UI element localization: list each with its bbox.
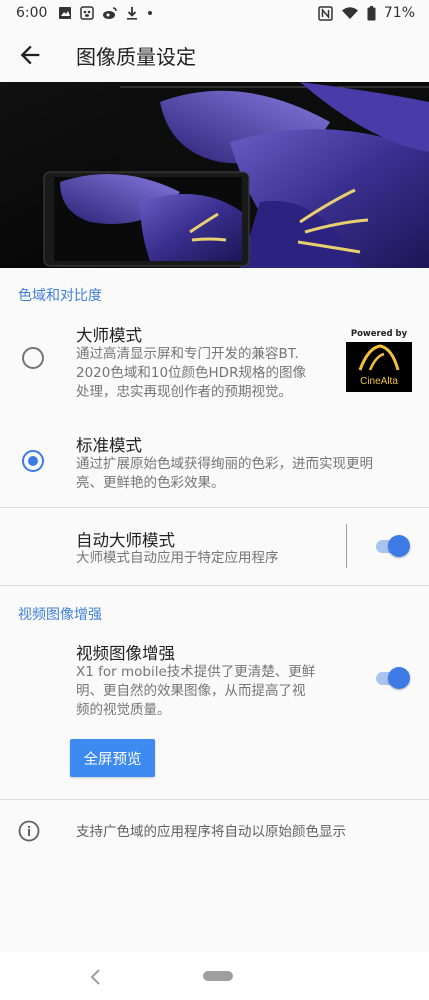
hero-image bbox=[0, 82, 429, 268]
status-bar: 6:00 71% bbox=[0, 0, 429, 28]
weibo-icon bbox=[103, 7, 117, 19]
video-enhance-toggle[interactable] bbox=[374, 667, 410, 689]
master-mode-title[interactable]: 大师模式 bbox=[76, 322, 142, 346]
auto-master-mode-toggle[interactable] bbox=[374, 535, 410, 557]
info-text: 支持广色域的应用程序将自动以原始颜色显示 bbox=[76, 824, 346, 840]
divider bbox=[0, 507, 429, 508]
divider bbox=[0, 799, 429, 800]
master-mode-desc: 通过高清显示屏和专门开发的兼容BT. 2020色域和10位颜色HDR规格的图像 … bbox=[76, 346, 306, 400]
nav-home-pill[interactable] bbox=[203, 971, 233, 981]
vertical-separator bbox=[346, 524, 347, 568]
wifi-icon bbox=[341, 7, 358, 19]
info-icon bbox=[18, 820, 40, 842]
app-bar: 图像质量设定 bbox=[0, 28, 429, 82]
cinealta-mark-icon bbox=[358, 344, 400, 371]
page-title: 图像质量设定 bbox=[76, 45, 196, 69]
video-enhance-title[interactable]: 视频图像增强 bbox=[76, 640, 175, 664]
nav-back-icon[interactable] bbox=[88, 968, 104, 986]
video-section-header: 视频图像增强 bbox=[18, 607, 102, 623]
standard-mode-title[interactable]: 标准模式 bbox=[76, 432, 142, 456]
back-arrow-icon[interactable] bbox=[16, 41, 44, 69]
fullscreen-preview-button[interactable]: 全屏预览 bbox=[70, 739, 155, 777]
powered-by-label: Powered by bbox=[350, 329, 408, 339]
paw-icon bbox=[80, 6, 94, 20]
standard-mode-desc: 通过扩展原始色域获得绚丽的色彩，进而实现更明 亮、更鲜艳的色彩效果。 bbox=[76, 456, 373, 491]
divider bbox=[0, 585, 429, 586]
download-icon bbox=[127, 7, 137, 20]
image-icon bbox=[59, 7, 71, 19]
battery-icon bbox=[367, 5, 376, 20]
auto-master-mode-title[interactable]: 自动大师模式 bbox=[76, 527, 175, 551]
dot-icon bbox=[148, 11, 152, 15]
standard-mode-radio[interactable] bbox=[22, 450, 44, 472]
status-time: 6:00 bbox=[16, 5, 48, 21]
cinealta-brand: CineAlta bbox=[360, 376, 398, 387]
cinealta-logo: CineAlta bbox=[346, 342, 412, 392]
video-enhance-desc: X1 for mobile技术提供了更清楚、更鲜 明、更自然的效果图像，从而提高… bbox=[76, 664, 316, 718]
battery-level: 71% bbox=[383, 5, 415, 21]
flower-display-image bbox=[0, 82, 429, 268]
color-section-header: 色域和对比度 bbox=[18, 288, 102, 304]
auto-master-mode-desc: 大师模式自动应用于特定应用程序 bbox=[76, 550, 279, 566]
notification-icons bbox=[58, 6, 154, 20]
nfc-icon bbox=[318, 5, 333, 21]
master-mode-radio[interactable] bbox=[22, 347, 44, 369]
